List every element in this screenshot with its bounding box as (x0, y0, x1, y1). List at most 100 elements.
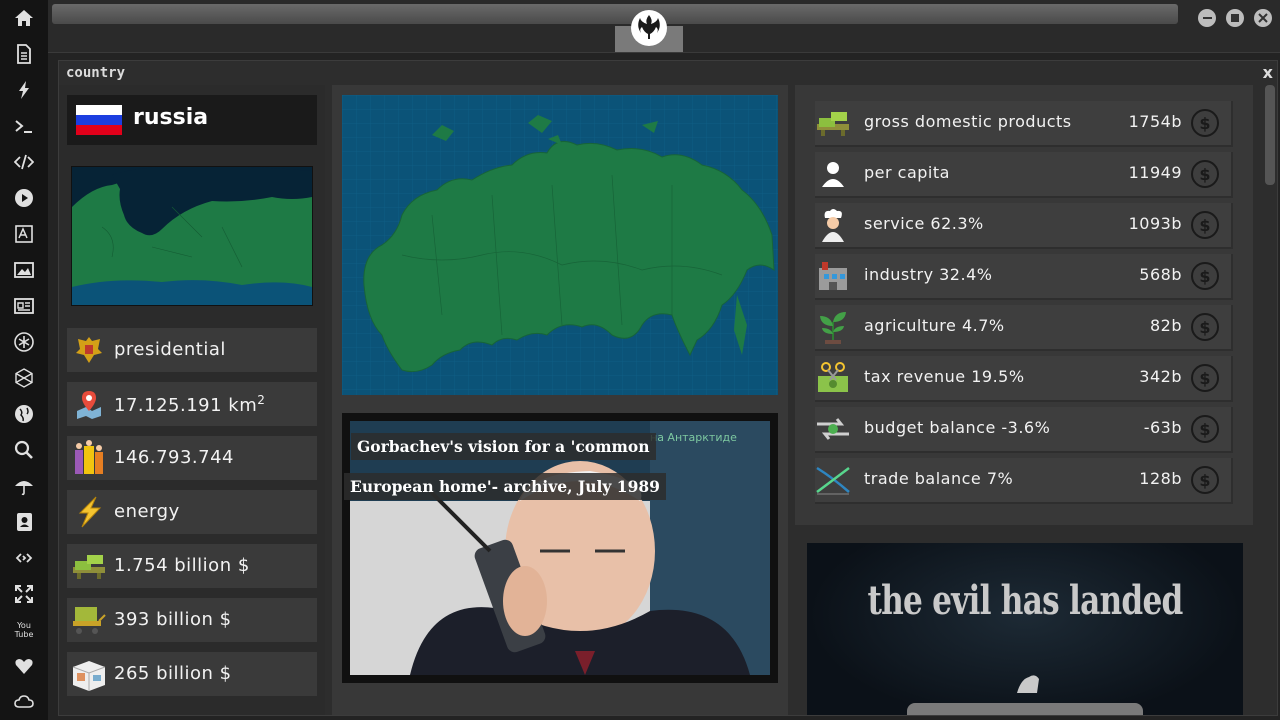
government-type-item: presidential (67, 328, 317, 372)
chef-icon (815, 207, 851, 243)
russia-flag-icon (76, 105, 122, 135)
stat-row-tax-revenue[interactable]: tax revenue 19.5% 342b $ (815, 356, 1233, 402)
money-stack-icon (71, 548, 107, 584)
promo-poster[interactable]: the evil has landed (807, 543, 1243, 715)
imports-item: 265 billion $ (67, 652, 317, 696)
stat-label: per capita (864, 163, 950, 182)
stat-row-per-capita[interactable]: per capita 11949 $ (815, 152, 1233, 198)
window-title: country (66, 65, 126, 81)
search-icon[interactable] (12, 438, 36, 462)
translate-icon[interactable] (12, 222, 36, 246)
dollar-coin-icon[interactable]: $ (1191, 466, 1219, 494)
cloud-icon[interactable] (12, 690, 36, 714)
umbrella-icon[interactable] (12, 474, 36, 498)
locator-map[interactable] (71, 166, 313, 306)
close-window-button[interactable] (1254, 9, 1272, 27)
minimize-button[interactable] (1198, 9, 1216, 27)
dollar-coin-icon[interactable]: $ (1191, 313, 1219, 341)
stat-row-industry[interactable]: industry 32.4% 568b $ (815, 254, 1233, 300)
stat-value: 11949 (1128, 163, 1182, 182)
trade-cross-icon (815, 462, 851, 498)
country-header: russia (67, 95, 317, 145)
resource-text: energy (114, 501, 180, 522)
window-header: country x (59, 61, 1277, 85)
stat-label: service 62.3% (864, 214, 984, 233)
emblem-icon (71, 332, 107, 368)
asterisk-icon[interactable] (12, 330, 36, 354)
window-close-button[interactable]: x (1263, 63, 1273, 82)
factory-icon (815, 258, 851, 294)
area-text: 17.125.191 km2 (114, 393, 265, 416)
resource-item: energy (67, 490, 317, 534)
stat-label: budget balance -3.6% (864, 418, 1051, 437)
stat-label: trade balance 7% (864, 469, 1014, 488)
news-headline-line-2: European home'- archive, July 1989 (344, 473, 666, 500)
stat-value: 82b (1149, 316, 1182, 335)
vertical-scrollbar[interactable] (1265, 85, 1275, 185)
hexagon-icon[interactable] (12, 366, 36, 390)
stat-value: -63b (1143, 418, 1182, 437)
imports-text: 265 billion $ (114, 663, 232, 684)
dollar-coin-icon[interactable]: $ (1191, 211, 1219, 239)
expand-icon[interactable] (12, 582, 36, 606)
area-exponent: 2 (257, 393, 266, 407)
cargo-box-icon (71, 656, 107, 692)
terminal-icon[interactable] (12, 114, 36, 138)
rebel-alliance-logo-icon (631, 10, 667, 46)
population-item: 146.793.744 (67, 436, 317, 480)
map-pin-icon (71, 386, 107, 422)
document-icon[interactable] (12, 42, 36, 66)
stat-label: agriculture 4.7% (864, 316, 1005, 335)
area-value: 17.125.191 km (114, 395, 258, 416)
country-map[interactable] (342, 95, 778, 395)
country-name: russia (133, 105, 209, 130)
exports-text: 393 billion $ (114, 609, 232, 630)
youtube-label: You Tube (14, 621, 34, 639)
country-window: country x russia presidential 17.125.191… (58, 60, 1278, 716)
stat-value: 1754b (1128, 112, 1182, 131)
dollar-coin-icon[interactable]: $ (1191, 109, 1219, 137)
gdp-item: 1.754 billion $ (67, 544, 317, 588)
logo-tab (615, 10, 683, 52)
stat-value: 342b (1139, 367, 1182, 386)
play-icon[interactable] (12, 186, 36, 210)
heart-icon[interactable] (12, 654, 36, 678)
dollar-coin-icon[interactable]: $ (1191, 160, 1219, 188)
news-card[interactable]: на Антарктиде Gorbachev's vision for a '… (342, 413, 778, 683)
tax-scissors-icon (815, 360, 851, 396)
area-item: 17.125.191 km2 (67, 382, 317, 426)
stat-label: industry 32.4% (864, 265, 993, 284)
newspaper-icon[interactable] (12, 294, 36, 318)
dollar-coin-icon[interactable]: $ (1191, 262, 1219, 290)
maximize-button[interactable] (1226, 9, 1244, 27)
top-bar (48, 0, 1280, 53)
stat-row-gdp[interactable]: gross domestic products 1754b $ (815, 101, 1233, 147)
money-stack-icon (815, 105, 851, 141)
population-icon (71, 440, 107, 476)
address-strip[interactable] (52, 4, 1178, 24)
person-icon (815, 156, 851, 192)
stat-label: tax revenue 19.5% (864, 367, 1025, 386)
home-icon[interactable] (12, 6, 36, 30)
dollar-coin-icon[interactable]: $ (1191, 364, 1219, 392)
exports-item: 393 billion $ (67, 598, 317, 642)
code-icon[interactable] (12, 150, 36, 174)
poster-title: the evil has landed (867, 577, 1183, 624)
stat-label: gross domestic products (864, 112, 1072, 131)
link-icon[interactable] (12, 546, 36, 570)
stat-row-agriculture[interactable]: agriculture 4.7% 82b $ (815, 305, 1233, 351)
contact-icon[interactable] (12, 510, 36, 534)
stat-row-trade-balance[interactable]: trade balance 7% 128b $ (815, 458, 1233, 504)
dollar-coin-icon[interactable]: $ (1191, 415, 1219, 443)
country-summary-panel: russia presidential 17.125.191 km2 146.7… (59, 85, 325, 715)
stat-row-budget-balance[interactable]: budget balance -3.6% -63b $ (815, 407, 1233, 453)
image-icon[interactable] (12, 258, 36, 282)
stat-value: 1093b (1128, 214, 1182, 233)
stat-row-service[interactable]: service 62.3% 1093b $ (815, 203, 1233, 249)
bolt-icon[interactable] (12, 78, 36, 102)
globe-icon[interactable] (12, 402, 36, 426)
budget-arrows-icon (815, 411, 851, 447)
population-text: 146.793.744 (114, 447, 235, 468)
government-type-text: presidential (114, 339, 226, 360)
youtube-icon[interactable]: You Tube (12, 618, 36, 642)
